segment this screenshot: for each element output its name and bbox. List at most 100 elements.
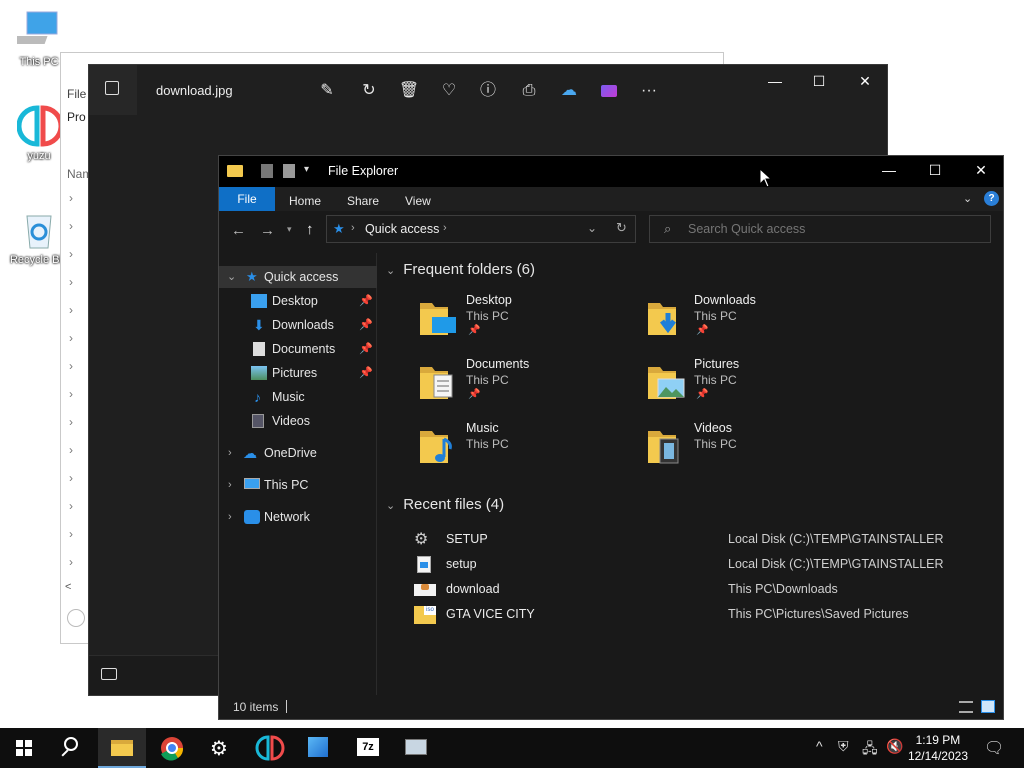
sidebar-item-videos[interactable]: Videos [219,410,377,432]
folder-tile-videos[interactable]: Videos This PC [646,421,846,477]
address-bar[interactable]: ★ › Quick access › ⌄ ↻ [326,215,636,243]
expand-ribbon-icon[interactable]: ⌄ [963,192,972,205]
chevron-right-icon[interactable]: › [69,528,79,540]
edit-icon[interactable]: ✎ [315,79,339,103]
chevron-right-icon[interactable]: › [69,332,79,344]
sidebar-item-downloads[interactable]: ⬇ Downloads 📌 [219,314,377,336]
taskbar-photos[interactable] [294,728,342,768]
chevron-right-icon[interactable]: › [69,276,79,288]
start-button[interactable] [0,728,48,768]
taskbar-remote[interactable] [392,728,440,768]
chevron-down-icon[interactable]: ⌄ [386,265,395,277]
chevron-right-icon[interactable]: › [69,472,79,484]
chevron-right-icon[interactable]: › [69,360,79,372]
filmstrip-icon[interactable] [101,668,117,680]
pin-icon[interactable]: 📌 [359,338,373,360]
chevron-right-icon[interactable]: › [69,444,79,456]
notifications-icon[interactable]: 🗨 [984,738,1004,758]
folder-tile-downloads[interactable]: Downloads This PC 📌 [646,293,846,349]
taskbar-7zip[interactable]: 7z [344,728,392,768]
chevron-right-icon[interactable]: › [69,304,79,316]
folder-tile-desktop[interactable]: Desktop This PC 📌 [418,293,618,349]
chevron-down-icon[interactable]: ⌄ [227,266,236,288]
image-icon[interactable] [105,81,119,95]
explorer-titlebar[interactable]: ▾ File Explorer — ☐ ✕ [219,156,1003,187]
sidebar-item-network[interactable]: › Network [219,506,377,528]
chevron-right-icon[interactable]: › [69,248,79,260]
large-icons-view-icon[interactable] [981,700,995,713]
help-icon[interactable]: ? [984,191,999,206]
show-hidden-icons-icon[interactable]: ^ [816,738,823,754]
folder-tile-music[interactable]: Music This PC [418,421,618,477]
chevron-right-icon[interactable]: › [69,556,79,568]
chevron-right-icon[interactable]: › [228,506,232,528]
pin-icon[interactable]: 📌 [359,314,373,336]
properties-icon[interactable] [261,164,273,178]
chevron-right-icon[interactable]: › [69,192,79,204]
taskbar-settings[interactable]: ⚙ [196,728,244,768]
chevron-right-icon[interactable]: › [228,474,232,496]
onedrive-icon[interactable]: ☁ [557,79,581,103]
quick-access-toolbar-dropdown-icon[interactable]: ▾ [304,164,309,175]
search-input[interactable] [688,220,978,238]
taskbar-chrome[interactable] [148,728,196,768]
details-view-icon[interactable] [959,701,973,713]
back-arrow-icon[interactable]: ← [231,222,246,239]
photos-maximize-button[interactable]: ☐ [807,73,831,90]
sidebar-item-documents[interactable]: Documents 📌 [219,338,377,360]
forward-arrow-icon[interactable]: → [260,222,275,239]
chevron-right-icon[interactable]: › [228,442,232,464]
help-circle-icon[interactable] [67,609,85,627]
clock[interactable]: 1:19 PM 12/14/2023 [908,732,968,764]
recent-files-header[interactable]: ⌄ Recent files (4) [386,496,504,513]
refresh-icon[interactable]: ↻ [616,220,627,236]
security-icon[interactable]: ⛨ [838,738,849,755]
search-box[interactable]: ⌕ [649,215,991,243]
favorite-icon[interactable]: ♡ [437,79,461,103]
print-icon[interactable]: ⎙ [517,79,541,103]
recent-file-row[interactable]: iso GTA VICE CITY This PC\Pictures\Saved… [408,604,998,626]
scroll-left-icon[interactable]: < [65,581,71,593]
delete-icon[interactable]: 🗑 [397,79,421,103]
new-folder-icon[interactable] [283,164,295,178]
recent-locations-icon[interactable]: ▾ [287,224,292,235]
tab-view[interactable]: View [391,191,445,211]
rotate-icon[interactable]: ↻ [357,79,381,103]
recent-file-row[interactable]: setup Local Disk (C:)\TEMP\GTAINSTALLER [408,554,998,576]
recent-file-row[interactable]: download This PC\Downloads [408,579,998,601]
sidebar-item-onedrive[interactable]: › ☁ OneDrive [219,442,377,464]
pin-icon[interactable]: 📌 [359,290,373,312]
taskbar-file-explorer[interactable] [98,728,146,768]
sidebar-item-music[interactable]: ♪ Music [219,386,377,408]
sidebar-item-this-pc[interactable]: › This PC [219,474,377,496]
tab-share[interactable]: Share [333,191,393,211]
file-explorer-window[interactable]: ▾ File Explorer — ☐ ✕ File Home Share Vi… [218,155,1004,720]
folder-tile-documents[interactable]: Documents This PC 📌 [418,357,618,413]
folder-tile-pictures[interactable]: Pictures This PC 📌 [646,357,846,413]
chevron-right-icon[interactable]: › [69,416,79,428]
explorer-maximize-button[interactable]: ☐ [923,162,947,179]
chevron-down-icon[interactable]: ⌄ [386,500,395,512]
search-button[interactable] [48,728,96,768]
tab-file[interactable]: File [219,187,275,211]
sidebar-item-quick-access[interactable]: ⌄ ★ Quick access [219,266,377,288]
photos-minimize-button[interactable]: — [763,73,787,89]
taskbar-yuzu[interactable] [246,728,294,768]
sidebar-item-desktop[interactable]: Desktop 📌 [219,290,377,312]
address-dropdown-icon[interactable]: ⌄ [587,221,597,235]
chevron-right-icon[interactable]: › [69,388,79,400]
info-icon[interactable]: ⓘ [476,79,500,103]
volume-muted-icon[interactable]: 🔇 [886,738,903,755]
clipchamp-icon[interactable] [597,79,621,103]
up-arrow-icon[interactable]: ↑ [306,221,314,238]
chevron-right-icon[interactable]: › [69,500,79,512]
explorer-minimize-button[interactable]: — [877,162,901,178]
sidebar-item-pictures[interactable]: Pictures 📌 [219,362,377,384]
explorer-close-button[interactable]: ✕ [969,162,993,179]
recent-file-row[interactable]: ⚙ SETUP Local Disk (C:)\TEMP\GTAINSTALLE… [408,529,998,551]
network-tray-icon[interactable]: 🖧 [862,738,878,762]
bg-menu-label[interactable]: File [67,87,86,101]
chevron-right-icon[interactable]: › [69,220,79,232]
pin-icon[interactable]: 📌 [359,362,373,384]
address-location[interactable]: Quick access [365,222,439,236]
